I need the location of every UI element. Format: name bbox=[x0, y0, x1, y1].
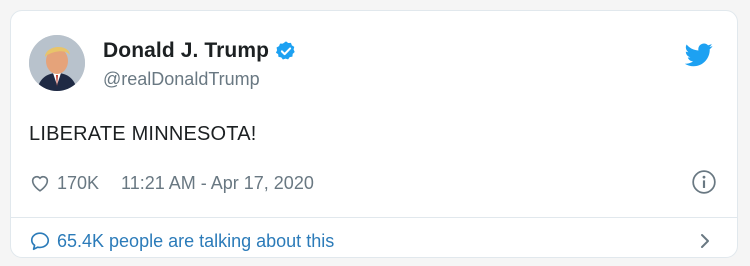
tweet-header: Donald J. Trump @realDonaldTrump bbox=[29, 33, 719, 93]
conversation-link[interactable]: 65.4K people are talking about this bbox=[29, 227, 719, 255]
author-block[interactable]: Donald J. Trump @realDonaldTrump bbox=[103, 39, 297, 90]
author-display-name[interactable]: Donald J. Trump bbox=[103, 39, 269, 63]
twitter-bird-icon[interactable] bbox=[685, 43, 713, 67]
speech-bubble-icon bbox=[30, 232, 50, 251]
author-handle[interactable]: @realDonaldTrump bbox=[103, 69, 297, 90]
verified-badge-icon bbox=[275, 41, 295, 60]
avatar-image bbox=[29, 35, 85, 91]
tweet-card[interactable]: Donald J. Trump @realDonaldTrump LIBERAT… bbox=[10, 10, 738, 258]
chevron-right-icon[interactable] bbox=[697, 231, 713, 251]
tweet-timestamp[interactable]: 11:21 AM - Apr 17, 2020 bbox=[121, 173, 314, 194]
tweet-meta: 170K 11:21 AM - Apr 17, 2020 bbox=[29, 169, 719, 197]
divider bbox=[11, 217, 737, 218]
heart-icon[interactable] bbox=[29, 172, 51, 194]
info-icon[interactable] bbox=[691, 169, 717, 195]
tweet-text: LIBERATE MINNESOTA! bbox=[29, 123, 257, 145]
conversation-text[interactable]: 65.4K people are talking about this bbox=[57, 231, 334, 252]
avatar[interactable] bbox=[29, 35, 85, 91]
like-count[interactable]: 170K bbox=[57, 173, 99, 194]
